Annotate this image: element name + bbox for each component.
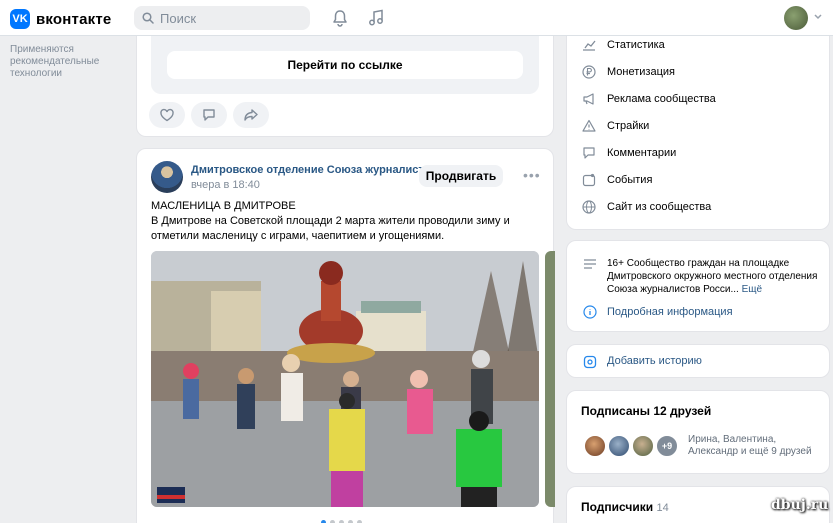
menu-item-label: События xyxy=(607,174,653,186)
share-button[interactable] xyxy=(233,102,269,128)
music-icon[interactable] xyxy=(366,8,386,28)
logo-text: вконтакте xyxy=(36,10,112,28)
subscribers-count: 14 xyxy=(656,502,669,514)
subscribers-label: Подписчики xyxy=(581,500,654,514)
link-snippet: Перейти по ссылке xyxy=(151,36,539,94)
watermark: dbuj.ru xyxy=(771,497,829,513)
menu-item-comments[interactable]: Комментарии xyxy=(581,145,676,161)
post-card: Перейти по ссылке xyxy=(136,36,554,137)
search-icon xyxy=(142,12,154,24)
menu-item-statistics[interactable]: Статистика xyxy=(581,37,665,53)
about-text: 16+ Сообщество граждан на площадке Дмитр… xyxy=(607,258,818,295)
warning-icon xyxy=(581,118,597,134)
community-avatar[interactable] xyxy=(151,161,183,193)
search-input[interactable]: Поиск xyxy=(134,6,310,30)
friends-title[interactable]: Подписаны 12 друзей xyxy=(581,404,711,418)
about-description: 16+ Сообщество граждан на площадке Дмитр… xyxy=(607,257,821,296)
menu-item-events[interactable]: События xyxy=(581,172,652,188)
menu-item-monetization[interactable]: Монетизация xyxy=(581,64,675,80)
post-title: МАСЛЕНИЦА В ДМИТРОВЕ xyxy=(151,200,296,212)
details-link[interactable]: Подробная информация xyxy=(607,306,733,318)
vk-logo[interactable]: VK вконтакте xyxy=(10,9,111,29)
post-text: МАСЛЕНИЦА В ДМИТРОВЕ В Дмитрове на Совет… xyxy=(151,199,545,244)
like-button[interactable] xyxy=(149,102,185,128)
comment-icon xyxy=(203,109,215,121)
friend-avatar[interactable] xyxy=(583,434,607,458)
next-photo-preview[interactable] xyxy=(545,251,555,507)
more-friends-badge[interactable]: +9 xyxy=(655,434,679,458)
recommendation-note: Применяются рекомендательные технологии xyxy=(10,44,100,79)
post-actions xyxy=(149,102,269,128)
subscribers-title[interactable]: Подписчики 14 xyxy=(581,500,669,514)
bell-icon[interactable] xyxy=(330,8,350,28)
search-placeholder: Поиск xyxy=(160,10,197,26)
ruble-icon xyxy=(581,64,597,80)
photo-illustration xyxy=(151,251,539,507)
post-body: В Дмитрове на Советской площади 2 марта … xyxy=(151,215,510,242)
globe-icon xyxy=(581,199,597,215)
add-story-label[interactable]: Добавить историю xyxy=(607,355,702,367)
post-photo[interactable] xyxy=(151,251,539,507)
chart-icon xyxy=(581,37,597,53)
open-link-button[interactable]: Перейти по ссылке xyxy=(167,51,523,79)
friends-names[interactable]: Ирина, Валентина, Александр и ещё 9 друз… xyxy=(688,434,824,458)
add-story-card[interactable]: Добавить историю xyxy=(566,344,830,378)
community-menu: Статистика Монетизация Реклама сообществ… xyxy=(566,36,830,230)
share-icon xyxy=(244,109,258,121)
text-lines-icon xyxy=(584,259,596,269)
post-time[interactable]: вчера в 18:40 xyxy=(191,179,260,191)
friend-avatar[interactable] xyxy=(631,434,655,458)
info-icon xyxy=(583,305,597,319)
menu-item-ads[interactable]: Реклама сообщества xyxy=(581,91,716,107)
user-avatar[interactable] xyxy=(784,6,808,30)
menu-item-label: Сайт из сообщества xyxy=(607,201,712,213)
menu-item-strikes[interactable]: Страйки xyxy=(581,118,649,134)
post-author[interactable]: Дмитровское отделение Союза журналистов.… xyxy=(191,164,446,176)
menu-item-label: Реклама сообщества xyxy=(607,93,716,105)
community-about: 16+ Сообщество граждан на площадке Дмитр… xyxy=(566,240,830,332)
story-icon xyxy=(583,355,597,369)
top-header: VK вконтакте Поиск xyxy=(0,0,833,36)
like-icon xyxy=(160,108,174,122)
friend-avatar[interactable] xyxy=(607,434,631,458)
menu-item-label: Статистика xyxy=(607,39,665,51)
chevron-down-icon[interactable] xyxy=(814,14,822,20)
comment-icon xyxy=(581,145,597,161)
post-card: Дмитровское отделение Союза журналистов.… xyxy=(136,148,555,523)
about-more-link[interactable]: Ещё xyxy=(742,284,762,295)
calendar-icon xyxy=(581,172,597,188)
vk-logo-icon: VK xyxy=(10,9,30,29)
promote-button[interactable]: Продвигать xyxy=(419,165,503,187)
menu-item-website[interactable]: Сайт из сообщества xyxy=(581,199,711,215)
menu-item-label: Страйки xyxy=(607,120,650,132)
menu-item-label: Комментарии xyxy=(607,147,677,159)
megaphone-icon xyxy=(581,91,597,107)
friends-subscribed-card: Подписаны 12 друзей +9 Ирина, Валентина,… xyxy=(566,390,830,474)
more-options-icon[interactable]: ••• xyxy=(523,167,541,183)
menu-item-label: Монетизация xyxy=(607,66,675,78)
comment-button[interactable] xyxy=(191,102,227,128)
